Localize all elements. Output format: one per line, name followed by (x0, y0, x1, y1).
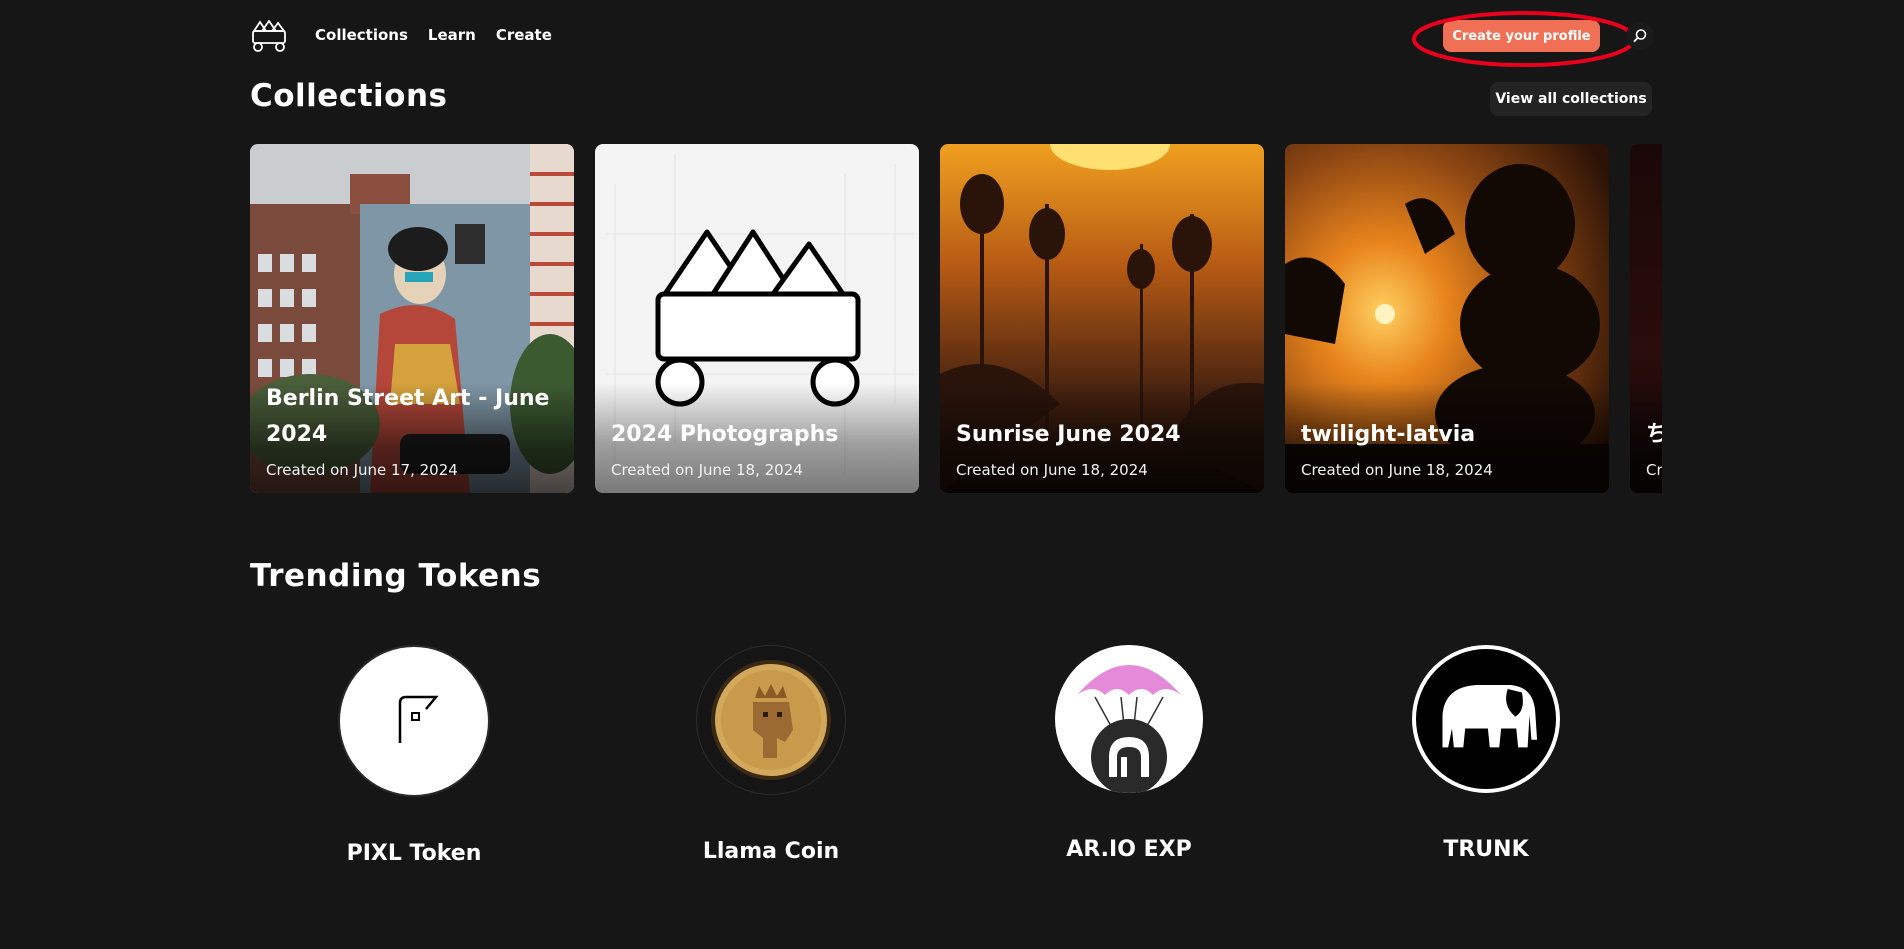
elephant-icon (1423, 656, 1549, 782)
mining-cart-icon[interactable] (250, 20, 288, 52)
create-profile-button[interactable]: Create your profile (1443, 20, 1600, 52)
collection-date: Created on June 17, 2024 (266, 461, 458, 479)
main-nav: Collections Learn Create (315, 26, 552, 44)
collection-title: Sunrise June 2024 (956, 422, 1181, 447)
trunk-logo (1412, 645, 1560, 793)
token-name: TRUNK (1443, 837, 1529, 862)
trending-tokens-list: PIXL Token Llama Coin AR.IO EXP TRUNK (250, 645, 1652, 875)
pixl-logo-icon (398, 695, 439, 743)
top-nav: Collections Learn Create Create your pro… (250, 11, 1654, 70)
token-item[interactable]: PIXL Token (294, 645, 534, 866)
token-item[interactable]: Llama Coin (651, 645, 891, 864)
collection-card[interactable]: twilight-latvia Created on June 18, 2024 (1285, 144, 1609, 493)
trending-tokens-heading: Trending Tokens (250, 558, 542, 594)
token-item[interactable]: TRUNK (1366, 645, 1606, 862)
ario-exp-logo (1055, 645, 1203, 793)
collection-title: ち (1646, 422, 1662, 447)
token-item[interactable]: AR.IO EXP (1009, 645, 1249, 862)
token-name: Llama Coin (702, 839, 840, 864)
collection-title: twilight-latvia (1301, 422, 1476, 447)
collection-card[interactable]: Sunrise June 2024 Created on June 18, 20… (940, 144, 1264, 493)
collection-title: 2024 Photographs (611, 422, 839, 447)
search-icon (1633, 29, 1647, 43)
nav-link-collections[interactable]: Collections (315, 26, 408, 44)
collection-date: Created on June 18, 2024 (956, 461, 1148, 479)
collection-title: Berlin Street Art - June 2024 (266, 386, 550, 447)
collection-card[interactable]: 2024 Photographs Created on June 18, 202… (595, 144, 919, 493)
collection-date: Created on June 18, 2024 (1301, 461, 1493, 479)
page: Collections Learn Create Create your pro… (0, 0, 1904, 949)
nav-link-learn[interactable]: Learn (428, 26, 476, 44)
collections-heading: Collections (250, 78, 448, 114)
view-all-collections-button[interactable]: View all collections (1490, 82, 1652, 116)
pixl-token-logo (338, 645, 490, 797)
token-name: PIXL Token (346, 841, 482, 866)
collection-card[interactable]: ち Cr (1630, 144, 1662, 493)
collections-carousel[interactable]: Berlin Street Art - June 2024 Created on… (250, 144, 1662, 494)
parachute-logo-icon (1077, 665, 1181, 793)
collection-card[interactable]: Berlin Street Art - June 2024 Created on… (250, 144, 574, 493)
collection-date: Cr (1646, 461, 1662, 479)
search-button[interactable] (1626, 22, 1654, 50)
collection-date: Created on June 18, 2024 (611, 461, 803, 479)
nav-link-create[interactable]: Create (496, 26, 552, 44)
token-name: AR.IO EXP (1066, 837, 1192, 862)
llama-logo-icon (711, 660, 831, 780)
llama-coin-logo (696, 645, 846, 795)
